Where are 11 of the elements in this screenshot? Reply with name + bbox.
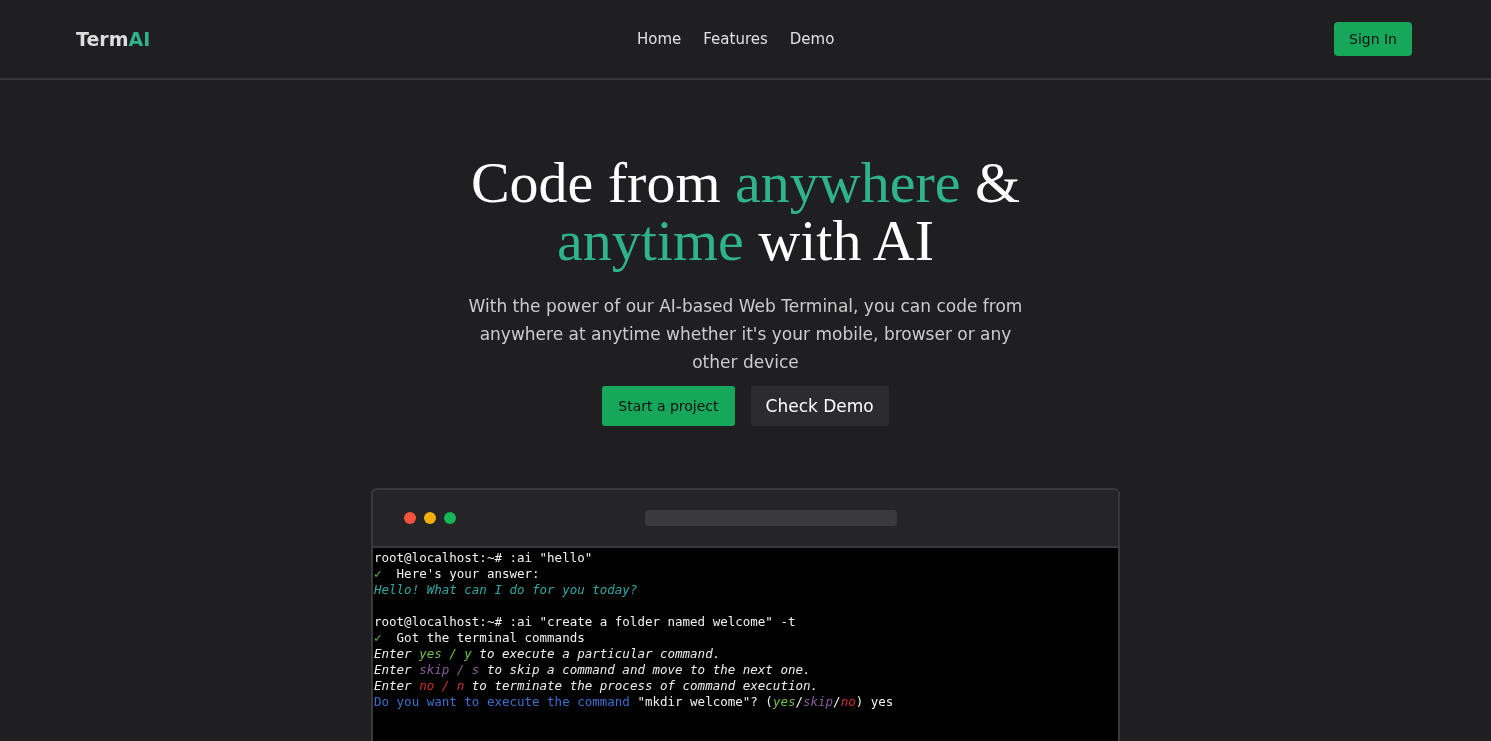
start-project-button[interactable]: Start a project xyxy=(602,386,735,426)
hero-subtitle: With the power of our AI-based Web Terminal, you can code from anywhere at anytime whether it's your mobile, browser or any other device xyxy=(467,295,1024,374)
nav-link[interactable]: Demo xyxy=(789,30,835,48)
nav-link[interactable]: Features xyxy=(703,30,768,48)
hero-title: Code from anywhere & anytime with AI xyxy=(470,154,1021,270)
check-demo-button[interactable]: Check Demo xyxy=(750,386,889,426)
nav-link[interactable]: Home xyxy=(637,30,682,48)
brand-logo[interactable]: TermAI xyxy=(76,28,151,50)
window-controls-icon xyxy=(404,511,458,525)
terminal-output: root@localhost:~# :ai "hello" ✓ Here's your answer: Hello! What can I do for you today? root@localhost:~# :ai "create a folder named welcome" -t ✓ Got the terminal commands Enter yes / y to execute a particular command. Enter skip / s to skip a command and move to the next one. Enter no / n to terminate the process of command execution. Do you want to execute the command "mkdir welcome"? (yes/skip/no) yes xyxy=(373,546,1118,741)
sign-in-button[interactable]: Sign In xyxy=(1334,22,1412,56)
